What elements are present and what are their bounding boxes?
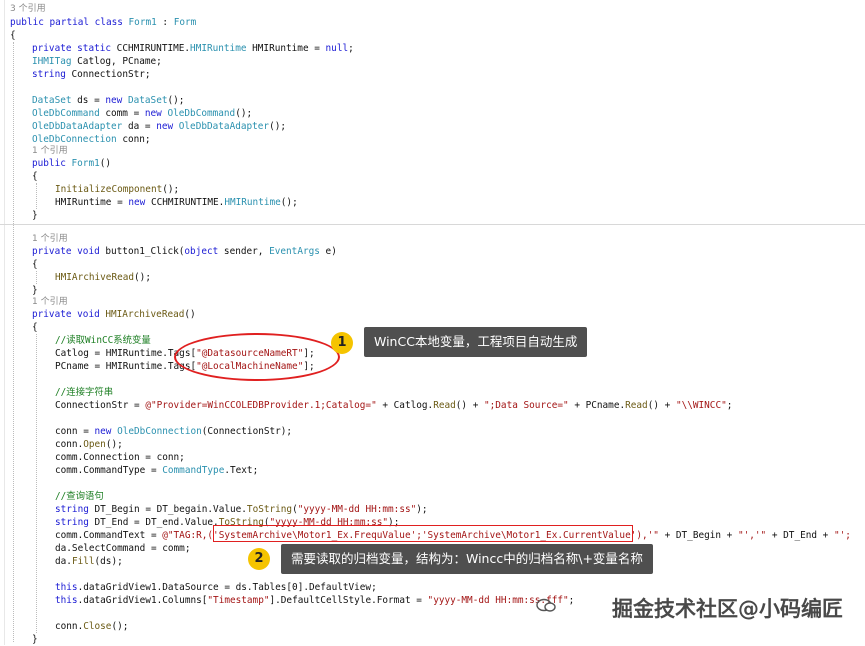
annotation-marker-1: 1: [331, 332, 353, 354]
code-line-call: HMIArchiveRead();: [55, 272, 151, 283]
annotation-callout-2: 需要读取的归档变量，结构为：Wincc中的归档名称\+变量名称: [281, 544, 653, 574]
code-line-brace: }: [32, 634, 38, 645]
code-line-dt-begin: string DT_Begin = DT_begain.Value.ToStri…: [55, 504, 428, 515]
indent-guide: [36, 271, 37, 284]
code-line-field-adapter: OleDbDataAdapter da = new OleDbDataAdapt…: [32, 121, 287, 132]
code-comment: //连接字符串: [55, 387, 114, 398]
watermark-logo-icon: [536, 598, 556, 612]
code-line-brace: {: [10, 30, 16, 41]
indent-guide: [36, 334, 37, 633]
code-line-conn-open: conn.Open();: [55, 439, 123, 450]
code-line-field-hmiruntime: private static CCHMIRUNTIME.HMIRuntime H…: [32, 43, 354, 54]
code-line-connstr: ConnectionStr = @"Provider=WinCCOLEDBPro…: [55, 400, 733, 411]
code-line-brace: {: [32, 322, 38, 333]
codelens-reference-count[interactable]: 3 个引用: [10, 3, 46, 16]
code-line-brace: {: [32, 259, 38, 270]
code-line-select: da.SelectCommand = comm;: [55, 543, 191, 554]
code-line-runtime-new: HMIRuntime = new CCHMIRUNTIME.HMIRuntime…: [55, 197, 298, 208]
code-line-constructor: public Form1(): [32, 158, 112, 169]
indent-guide: [13, 42, 14, 642]
code-line-brace: }: [32, 210, 38, 221]
code-line-field-dataset: DataSet ds = new DataSet();: [32, 95, 185, 106]
code-comment: //查询语句: [55, 491, 104, 502]
highlight-ellipse: [174, 333, 340, 381]
method-separator: [0, 224, 865, 225]
code-line-datasource: this.dataGridView1.DataSource = ds.Table…: [55, 582, 377, 593]
watermark: 掘金技术社区@小码编匠: [612, 597, 843, 621]
code-line-format: this.dataGridView1.Columns["Timestamp"].…: [55, 595, 575, 606]
indent-guide: [36, 183, 37, 209]
code-line-method: private void HMIArchiveRead(): [32, 309, 196, 320]
code-line-comm-conn: comm.Connection = conn;: [55, 452, 185, 463]
annotation-callout-1: WinCC本地变量，工程项目自动生成: [364, 327, 588, 357]
code-line-init: InitializeComponent();: [55, 184, 180, 195]
code-line-brace: {: [32, 171, 38, 182]
code-line-field-command: OleDbCommand comm = new OleDbCommand();: [32, 108, 253, 119]
highlight-rectangle: [213, 525, 633, 542]
code-line-button-click: private void button1_Click(object sender…: [32, 246, 337, 257]
code-line-conn-close: conn.Close();: [55, 621, 129, 632]
code-line-comm-type: comm.CommandType = CommandType.Text;: [55, 465, 259, 476]
code-comment: //读取WinCC系统变量: [55, 335, 151, 346]
annotation-marker-2: 2: [248, 548, 270, 570]
code-line-field-tags: IHMITag Catlog, PCname;: [32, 56, 162, 67]
code-line-fill: da.Fill(ds);: [55, 556, 123, 567]
code-line-field-connstr: string ConnectionStr;: [32, 69, 151, 80]
code-editor[interactable]: 3 个引用 public partial class Form1 : Form …: [0, 0, 865, 645]
code-line-conn-new: conn = new OleDbConnection(ConnectionStr…: [55, 426, 293, 437]
code-line-class-declaration: public partial class Form1 : Form: [10, 17, 197, 28]
outline-bar: [4, 0, 5, 645]
